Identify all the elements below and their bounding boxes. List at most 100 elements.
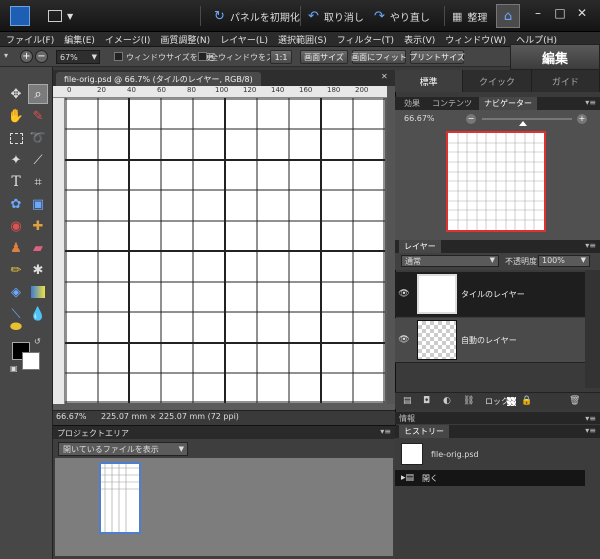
type-tool-icon[interactable]: T bbox=[6, 172, 26, 192]
workspace-menu-button[interactable]: ▼ bbox=[48, 6, 73, 26]
status-zoom: 66.67% bbox=[56, 412, 87, 421]
move-tool-icon[interactable]: ✥ bbox=[6, 84, 26, 104]
new-layer-icon[interactable]: ▤ bbox=[403, 396, 412, 406]
zoom-out-icon[interactable]: − bbox=[35, 50, 48, 63]
history-item[interactable]: file-orig.psd bbox=[395, 440, 585, 468]
eraser-tool-icon[interactable]: ▰ bbox=[28, 238, 48, 258]
zoom-all-windows-checkbox[interactable] bbox=[198, 52, 207, 61]
project-thumbnail[interactable] bbox=[99, 462, 141, 534]
trash-icon[interactable]: 🗑 bbox=[569, 396, 580, 406]
eyedropper-tool-icon[interactable]: ✎ bbox=[28, 106, 48, 126]
pencil-tool-icon[interactable]: ✏ bbox=[6, 260, 26, 280]
document-scrollbar[interactable] bbox=[387, 86, 395, 404]
straighten-tool-icon[interactable]: ▣ bbox=[28, 194, 48, 214]
menu-file[interactable]: ファイル(F) bbox=[6, 33, 54, 46]
navigator-zoom-slider[interactable] bbox=[482, 118, 572, 120]
opacity-field[interactable]: 100% ▼ bbox=[538, 255, 590, 267]
document-tab[interactable]: file-orig.psd @ 66.7% (タイルのレイヤー, RGB/8) bbox=[56, 72, 261, 86]
layers-scrollbar[interactable] bbox=[585, 270, 600, 388]
menu-select[interactable]: 選択範囲(S) bbox=[278, 33, 327, 46]
minimize-button[interactable]: – bbox=[530, 6, 546, 20]
clone-stamp-tool-icon[interactable]: ♟ bbox=[6, 238, 26, 258]
redo-button[interactable]: ↷ やり直し bbox=[374, 6, 430, 26]
layer-row[interactable]: 👁 タイルのレイヤー bbox=[395, 272, 585, 317]
tab-layers[interactable]: レイヤー bbox=[399, 240, 441, 253]
crop-tool-icon[interactable]: ⌗ bbox=[28, 172, 48, 192]
background-color-swatch[interactable] bbox=[22, 352, 40, 370]
panel-menu-icon[interactable]: ▾≡ bbox=[585, 241, 596, 250]
zoom-field[interactable]: 67% ▼ bbox=[56, 50, 100, 64]
lasso-tool-icon[interactable]: ➰ bbox=[28, 128, 48, 148]
home-button[interactable]: ⌂ bbox=[496, 4, 520, 28]
panel-menu-icon[interactable]: ▾≡ bbox=[380, 427, 391, 436]
options-menu-icon[interactable]: ▾ bbox=[4, 51, 8, 60]
mask-icon[interactable]: ◐ bbox=[443, 396, 451, 406]
fit-screen-button[interactable]: 画面にフィット bbox=[351, 50, 407, 64]
visibility-eye-icon[interactable]: 👁 bbox=[395, 289, 413, 299]
blend-mode-select[interactable]: 通常 ▼ bbox=[401, 255, 499, 267]
organize-button[interactable]: ▦ 整理 bbox=[452, 6, 487, 26]
zoom-in-icon[interactable]: + bbox=[20, 50, 33, 63]
menu-edit[interactable]: 編集(E) bbox=[64, 33, 95, 46]
undo-button[interactable]: ↶ 取り消し bbox=[308, 6, 364, 26]
navigator-zoom-value[interactable]: 66.67% bbox=[404, 114, 435, 123]
sponge-icon[interactable]: ⬬ bbox=[6, 317, 26, 337]
project-bin-dropdown[interactable]: 開いているファイルを表示 ▼ bbox=[58, 442, 188, 456]
default-colors-icon[interactable]: ▣ bbox=[10, 364, 18, 373]
actual-pixels-button[interactable]: 1:1 bbox=[270, 50, 292, 64]
blur-tool-icon[interactable]: 💧 bbox=[28, 304, 48, 324]
tab-guided[interactable]: ガイド bbox=[532, 70, 600, 92]
layer-row[interactable]: 👁 自動のレイヤー bbox=[395, 318, 585, 363]
navigator-preview[interactable] bbox=[446, 131, 546, 232]
visibility-eye-icon[interactable]: 👁 bbox=[395, 335, 413, 345]
info-panel-header[interactable]: 情報 ▾≡ bbox=[395, 412, 600, 424]
menu-image[interactable]: イメージ(I) bbox=[105, 33, 151, 46]
reset-panels-button[interactable]: ↻ パネルを初期化 bbox=[214, 6, 300, 26]
lock-transparency-icon[interactable] bbox=[507, 397, 516, 406]
menu-layer[interactable]: レイヤー(L) bbox=[220, 33, 268, 46]
document-close-icon[interactable]: ✕ bbox=[381, 72, 388, 81]
menu-enhance[interactable]: 画質調整(N) bbox=[160, 33, 210, 46]
new-adjustment-layer-icon[interactable]: ◘ bbox=[423, 396, 430, 406]
print-size-button[interactable]: プリントサイズ bbox=[409, 50, 465, 64]
tab-content[interactable]: コンテンツ bbox=[427, 97, 477, 110]
panel-menu-icon[interactable]: ▾≡ bbox=[585, 98, 596, 107]
close-button[interactable]: ✕ bbox=[574, 6, 590, 20]
navigator-zoom-thumb[interactable] bbox=[518, 121, 527, 126]
link-icon[interactable]: ⛓ bbox=[463, 396, 474, 406]
quick-selection-tool-icon[interactable]: ⟋ bbox=[28, 150, 48, 170]
lock-icon[interactable]: 🔒 bbox=[521, 396, 532, 406]
marquee-tool-icon[interactable] bbox=[6, 128, 26, 148]
spot-healing-tool-icon[interactable]: ✚ bbox=[28, 216, 48, 236]
navigator-zoom-in-icon[interactable]: + bbox=[577, 114, 587, 124]
paint-bucket-tool-icon[interactable]: ◈ bbox=[6, 282, 26, 302]
tab-navigator[interactable]: ナビゲーター bbox=[479, 97, 537, 110]
tab-history[interactable]: ヒストリー bbox=[399, 425, 449, 438]
screen-size-button[interactable]: 画面サイズ bbox=[300, 50, 348, 64]
swap-colors-icon[interactable]: ↺ bbox=[34, 337, 41, 346]
history-snapshot-thumbnail bbox=[401, 443, 423, 465]
image-canvas[interactable] bbox=[65, 98, 385, 403]
hand-tool-icon[interactable]: ✋ bbox=[6, 106, 26, 126]
project-bin-header: プロジェクトエリア ▾≡ bbox=[53, 425, 395, 439]
panel-menu-icon[interactable]: ▾≡ bbox=[585, 414, 596, 423]
zoom-tool-icon[interactable]: ⌕ bbox=[28, 84, 48, 104]
history-item[interactable]: ▸▤ 開く bbox=[395, 470, 585, 486]
menu-view[interactable]: 表示(V) bbox=[404, 33, 435, 46]
menu-filter[interactable]: フィルター(T) bbox=[337, 33, 394, 46]
brush-tool-icon[interactable]: ✱ bbox=[28, 260, 48, 280]
tab-quick[interactable]: クイック bbox=[463, 70, 532, 92]
gradient-tool-icon[interactable] bbox=[28, 282, 48, 302]
magic-wand-tool-icon[interactable]: ✦ bbox=[6, 150, 26, 170]
resize-window-checkbox[interactable] bbox=[114, 52, 123, 61]
red-eye-tool-icon[interactable]: ◉ bbox=[6, 216, 26, 236]
menu-window[interactable]: ウィンドウ(W) bbox=[445, 33, 506, 46]
navigator-zoom-out-icon[interactable]: − bbox=[466, 114, 476, 124]
edit-mode-button[interactable]: 編集 bbox=[510, 44, 600, 70]
panel-menu-icon[interactable]: ▾≡ bbox=[585, 426, 596, 435]
cookie-cutter-tool-icon[interactable]: ✿ bbox=[6, 194, 26, 214]
maximize-button[interactable]: □ bbox=[552, 6, 568, 20]
tab-full-edit[interactable]: 標準 bbox=[395, 70, 464, 92]
tab-effects[interactable]: 効果 bbox=[399, 97, 425, 110]
chevron-down-icon: ▼ bbox=[178, 445, 184, 453]
